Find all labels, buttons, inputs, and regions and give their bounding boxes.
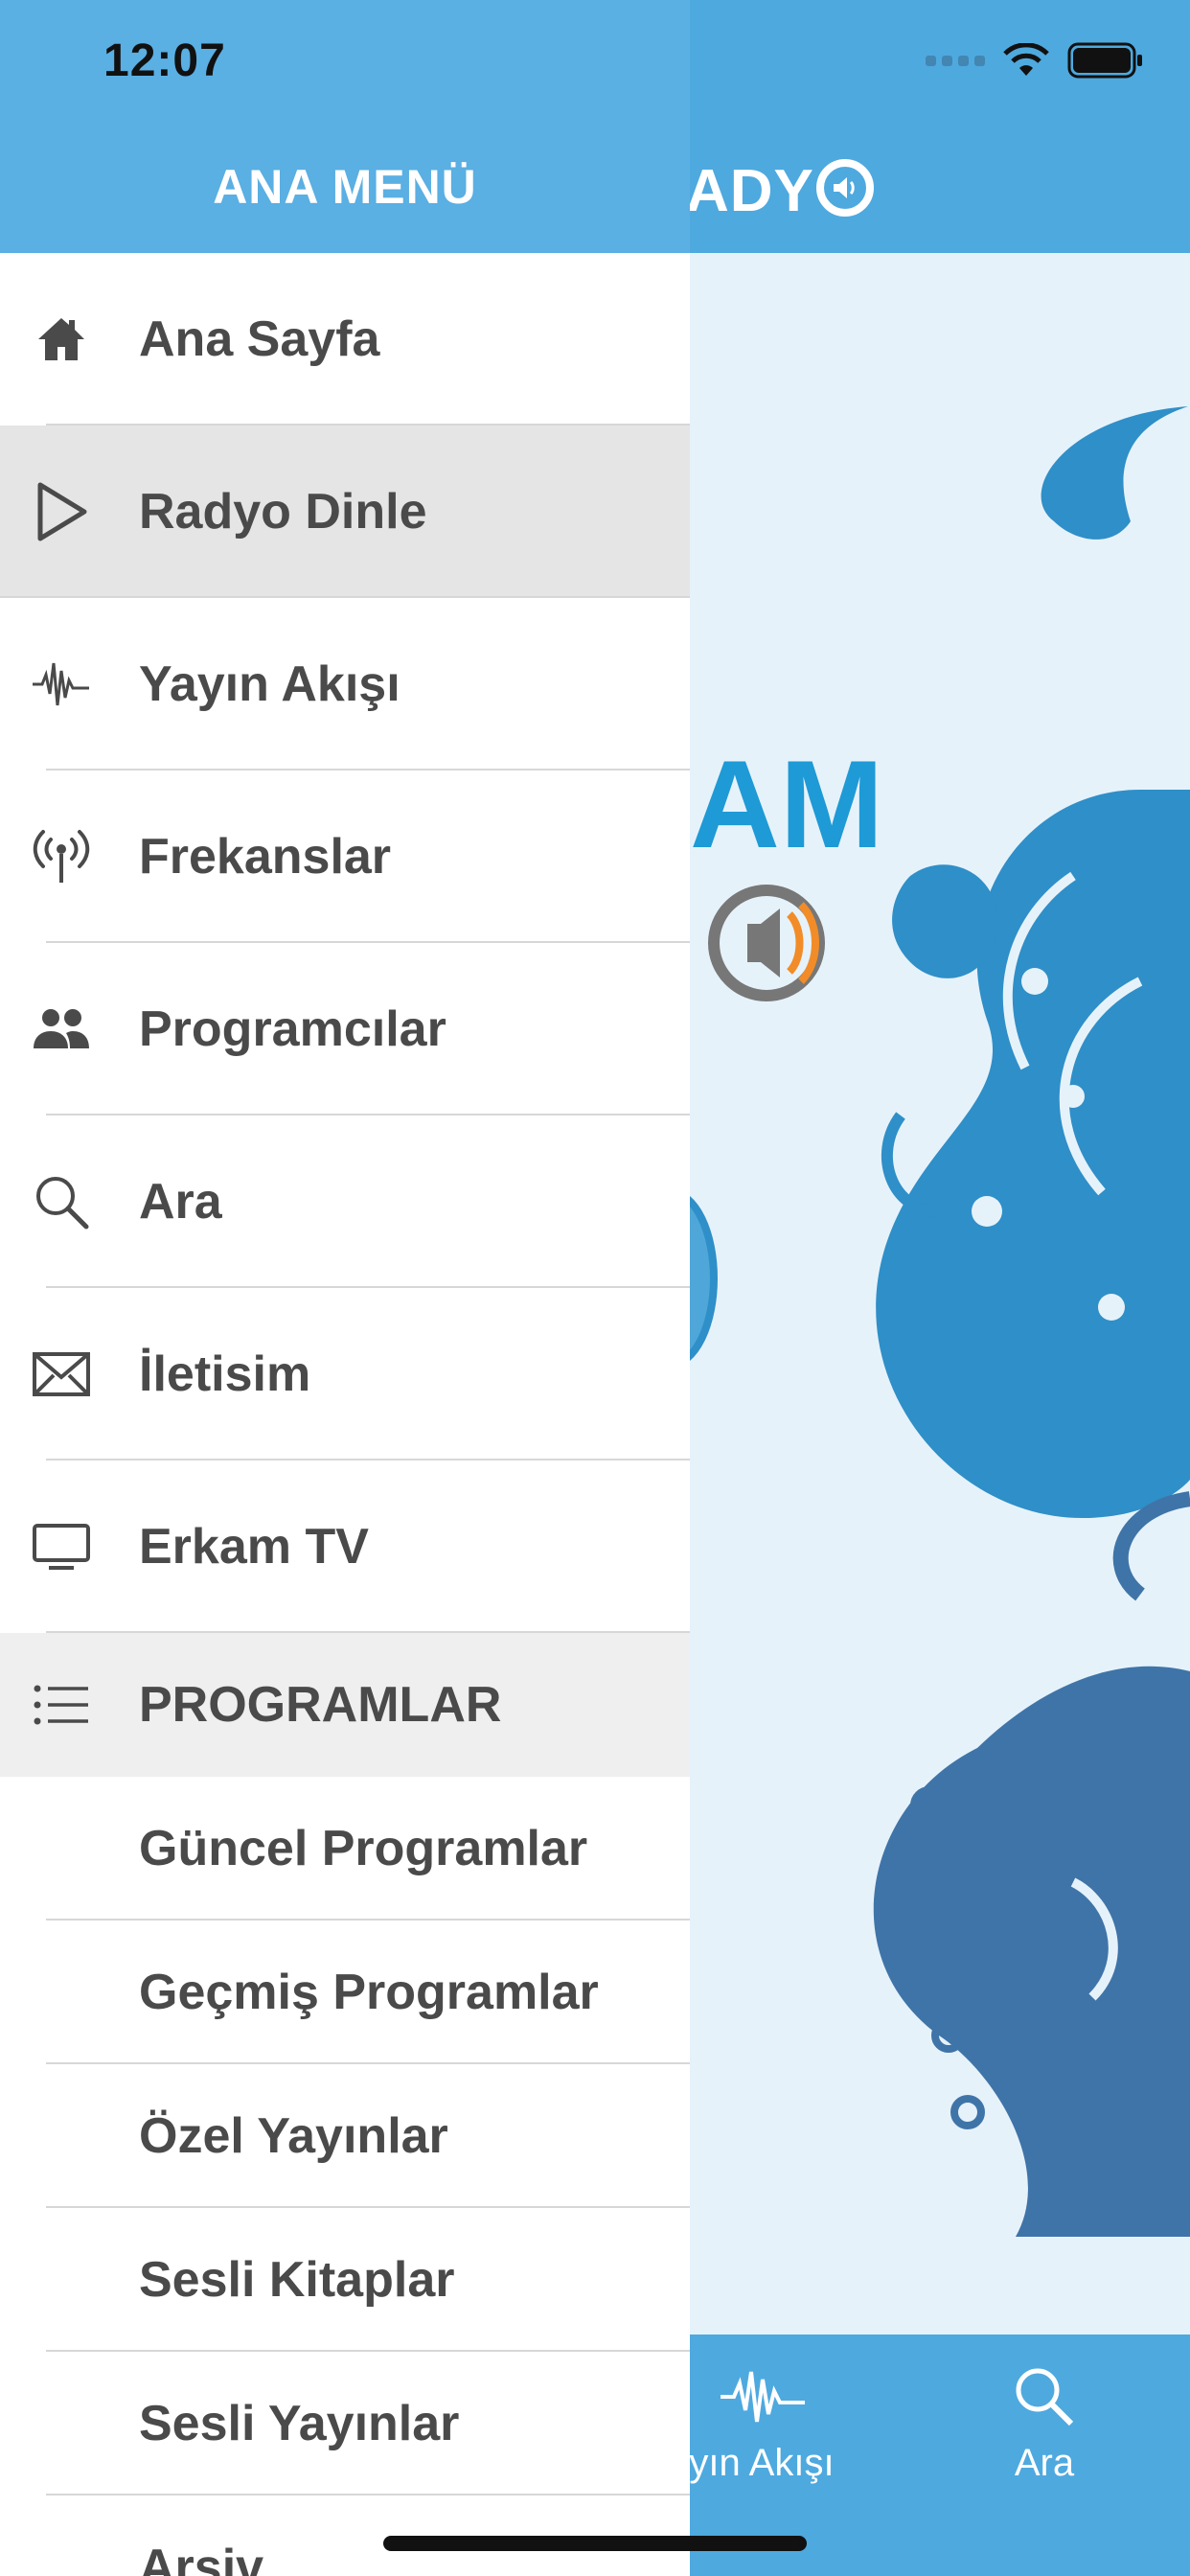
tab-ara[interactable]: Ara: [968, 2363, 1121, 2485]
svg-text:AM: AM: [690, 734, 883, 874]
section-programlar[interactable]: PROGRAMLAR: [0, 1633, 690, 1777]
home-icon: [31, 309, 92, 370]
waveform-icon: [721, 2371, 805, 2423]
radio-logo-text: ADY: [686, 158, 814, 224]
menu-item-ana-sayfa[interactable]: Ana Sayfa: [0, 253, 690, 426]
waveform-icon: [31, 654, 92, 715]
menu-item-iletisim[interactable]: İletisim: [0, 1288, 690, 1460]
status-time: 12:07: [103, 35, 226, 86]
home-indicator: [383, 2536, 807, 2551]
speaker-icon: [815, 159, 874, 217]
decorative-artwork: AM: [690, 406, 1190, 2237]
wifi-icon: [1003, 43, 1049, 76]
menu-item-yayin-akisi[interactable]: Yayın Akışı: [0, 598, 690, 770]
menu-item-programcilar[interactable]: Programcılar: [0, 943, 690, 1116]
drawer-title: ANA MENÜ: [213, 160, 477, 214]
search-icon: [1016, 2368, 1074, 2426]
battery-icon: [1067, 42, 1142, 79]
submenu-item-guncel-programlar[interactable]: Güncel Programlar: [0, 1777, 690, 1920]
cellular-signal-icon: [926, 55, 985, 66]
envelope-icon: [31, 1344, 92, 1405]
radio-logo: ADY: [686, 153, 874, 230]
tv-icon: [31, 1516, 92, 1577]
drawer-menu: Ana Sayfa Radyo Dinle Yayın Akışı Frekan…: [0, 253, 690, 2576]
antenna-icon: [31, 826, 92, 887]
people-icon: [31, 999, 92, 1060]
menu-item-ara[interactable]: Ara: [0, 1116, 690, 1288]
side-drawer: ANA MENÜ Ana Sayfa Radyo Dinle Yayın Akı…: [0, 0, 690, 2576]
submenu-item-gecmis-programlar[interactable]: Geçmiş Programlar: [0, 1920, 690, 2064]
search-icon: [31, 1171, 92, 1232]
list-icon: [31, 1674, 92, 1736]
menu-item-radyo-dinle[interactable]: Radyo Dinle: [0, 426, 690, 598]
play-icon: [31, 481, 92, 542]
submenu-item-sesli-kitaplar[interactable]: Sesli Kitaplar: [0, 2208, 690, 2352]
menu-item-frekanslar[interactable]: Frekanslar: [0, 770, 690, 943]
tab-yayin-akisi[interactable]: yın Akışı: [671, 2363, 853, 2485]
submenu-item-sesli-yayinlar[interactable]: Sesli Yayınlar: [0, 2352, 690, 2496]
menu-item-erkam-tv[interactable]: Erkam TV: [0, 1460, 690, 1633]
status-icons: [926, 42, 1144, 79]
submenu-item-ozel-yayinlar[interactable]: Özel Yayınlar: [0, 2064, 690, 2208]
